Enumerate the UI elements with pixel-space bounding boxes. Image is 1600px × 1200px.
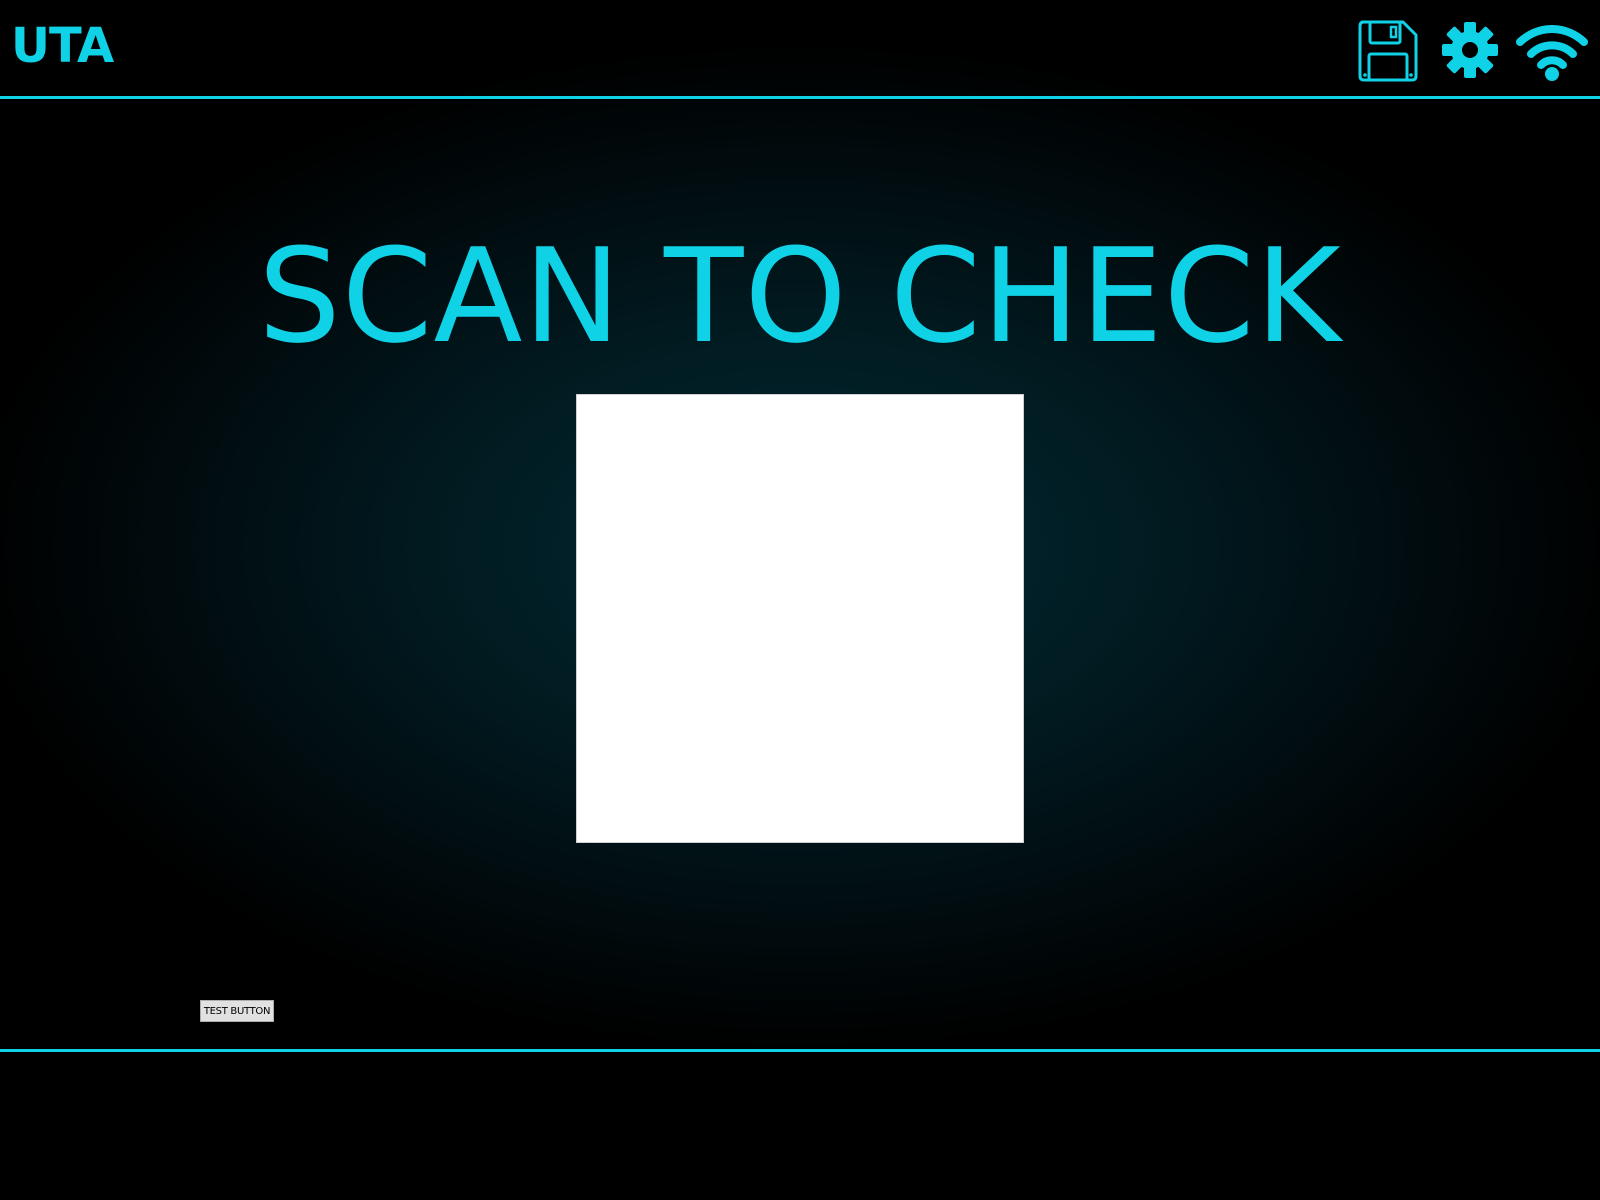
- scan-preview-panel: [576, 394, 1024, 843]
- wifi-icon[interactable]: [1515, 18, 1589, 82]
- scan-instruction-heading: SCAN TO CHECK: [258, 220, 1342, 372]
- header-divider: [0, 96, 1600, 99]
- app-logo: UTA: [11, 18, 114, 74]
- test-button[interactable]: TEST BUTTON: [200, 1000, 274, 1022]
- footer-area: [0, 1052, 1600, 1200]
- save-icon[interactable]: [1356, 18, 1420, 82]
- app-screen: UTA SCAN TO CHECK TEST BUTTON: [0, 0, 1600, 1200]
- gear-icon[interactable]: [1440, 20, 1500, 80]
